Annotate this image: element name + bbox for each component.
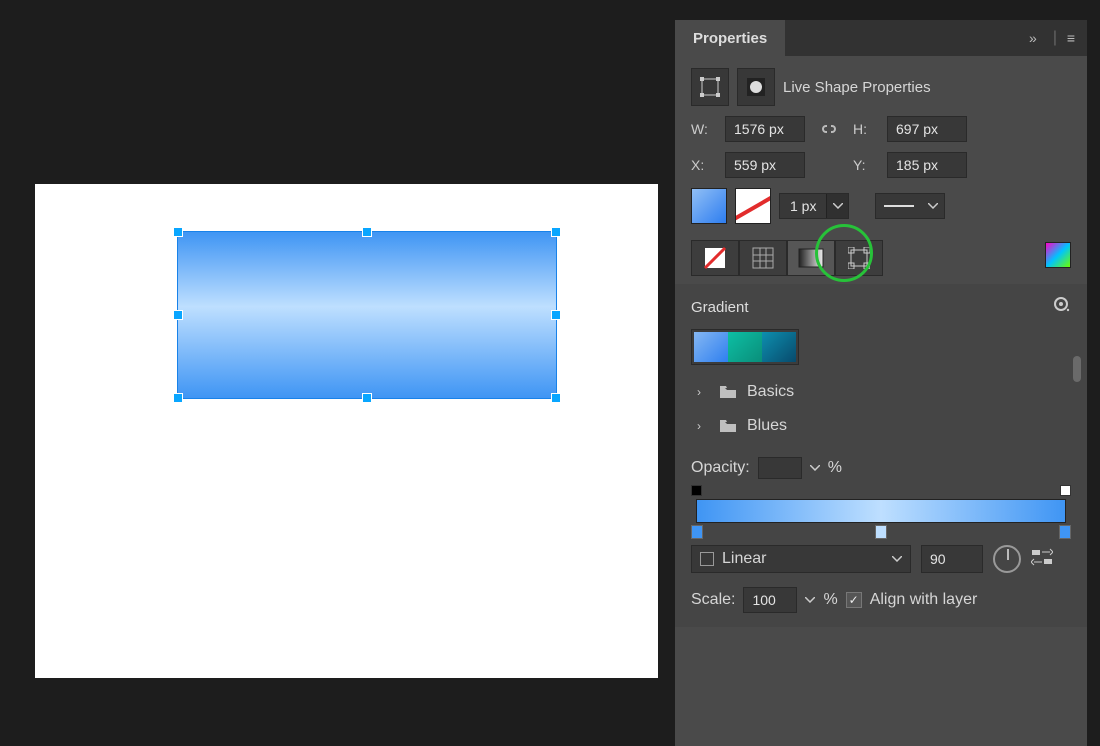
opacity-stop-right[interactable] xyxy=(1060,485,1071,496)
align-with-layer-checkbox[interactable]: ✓ xyxy=(846,592,862,608)
selection-handle-tl[interactable] xyxy=(173,227,183,237)
stroke-width-input[interactable]: 1 px xyxy=(779,193,849,219)
color-stop-1[interactable] xyxy=(691,525,703,539)
selection-handle-mr[interactable] xyxy=(551,310,561,320)
folder-label: Blues xyxy=(747,417,787,435)
chevron-right-icon: › xyxy=(697,385,709,399)
selection-handle-tr[interactable] xyxy=(551,227,561,237)
align-with-layer-label: Align with layer xyxy=(870,591,978,609)
gradient-preset-2[interactable] xyxy=(728,332,762,362)
properties-panel: Properties » | ≡ Live Shape Properties W… xyxy=(675,20,1087,746)
opacity-unit: % xyxy=(828,459,842,477)
fill-swatch[interactable] xyxy=(691,188,727,224)
gradient-preset-row xyxy=(691,329,799,365)
width-input[interactable]: 1576 px xyxy=(725,116,805,142)
chevron-down-icon[interactable] xyxy=(826,194,848,218)
gear-icon[interactable] xyxy=(1053,296,1071,319)
chevron-down-icon[interactable] xyxy=(810,465,820,471)
opacity-label: Opacity: xyxy=(691,459,750,477)
gradient-preset-3[interactable] xyxy=(762,332,796,362)
live-shape-icon xyxy=(691,68,729,106)
x-input[interactable]: 559 px xyxy=(725,152,805,178)
gradient-editor[interactable] xyxy=(691,485,1071,535)
gradient-type-label: Linear xyxy=(722,550,884,568)
tab-properties[interactable]: Properties xyxy=(675,20,785,56)
fill-solid-button[interactable] xyxy=(739,240,787,276)
selected-shape[interactable] xyxy=(177,231,557,399)
h-label: H: xyxy=(853,121,877,137)
folder-icon xyxy=(719,419,737,433)
gradient-preset-1[interactable] xyxy=(694,332,728,362)
w-label: W: xyxy=(691,121,715,137)
scale-unit: % xyxy=(823,591,837,609)
scrollbar-thumb[interactable] xyxy=(1073,356,1081,382)
height-input[interactable]: 697 px xyxy=(887,116,967,142)
y-label: Y: xyxy=(853,157,877,173)
collapse-icon[interactable]: » xyxy=(1023,28,1043,48)
selection-handle-br[interactable] xyxy=(551,393,561,403)
fill-gradient-button[interactable] xyxy=(787,240,835,276)
gradient-bar[interactable] xyxy=(696,499,1066,523)
chevron-right-icon: › xyxy=(697,419,709,433)
color-stop-3[interactable] xyxy=(1059,525,1071,539)
folder-label: Basics xyxy=(747,383,794,401)
chevron-down-icon[interactable] xyxy=(805,597,815,603)
y-input[interactable]: 185 px xyxy=(887,152,967,178)
selection-handle-mt[interactable] xyxy=(362,227,372,237)
section-title: Live Shape Properties xyxy=(783,79,931,96)
color-picker-button[interactable] xyxy=(1045,242,1071,268)
color-stop-2[interactable] xyxy=(875,525,887,539)
opacity-stop-left[interactable] xyxy=(691,485,702,496)
mask-icon xyxy=(737,68,775,106)
reverse-gradient-icon[interactable] xyxy=(1031,548,1053,571)
tab-label: Properties xyxy=(693,30,767,47)
canvas[interactable] xyxy=(35,184,658,678)
selection-handle-mb[interactable] xyxy=(362,393,372,403)
link-dimensions-icon[interactable] xyxy=(815,118,843,140)
gradient-folder-blues[interactable]: › Blues xyxy=(691,409,1071,443)
selection-handle-bl[interactable] xyxy=(173,393,183,403)
scale-input[interactable]: 100 xyxy=(743,587,797,613)
gradient-type-select[interactable]: Linear xyxy=(691,545,911,573)
folder-icon xyxy=(719,385,737,399)
fill-none-button[interactable] xyxy=(691,240,739,276)
gradient-header: Gradient xyxy=(691,299,749,316)
gradient-type-icon xyxy=(700,552,714,566)
panel-menu-icon[interactable]: ≡ xyxy=(1061,28,1081,48)
angle-input[interactable]: 90 xyxy=(921,545,983,573)
chevron-down-icon xyxy=(892,556,902,562)
scale-label: Scale: xyxy=(691,591,735,609)
x-label: X: xyxy=(691,157,715,173)
stroke-swatch[interactable] xyxy=(735,188,771,224)
gradient-folder-basics[interactable]: › Basics xyxy=(691,375,1071,409)
stroke-style-select[interactable] xyxy=(875,193,945,219)
fill-pattern-button[interactable] xyxy=(835,240,883,276)
angle-dial[interactable] xyxy=(993,545,1021,573)
opacity-input[interactable] xyxy=(758,457,802,479)
selection-handle-ml[interactable] xyxy=(173,310,183,320)
